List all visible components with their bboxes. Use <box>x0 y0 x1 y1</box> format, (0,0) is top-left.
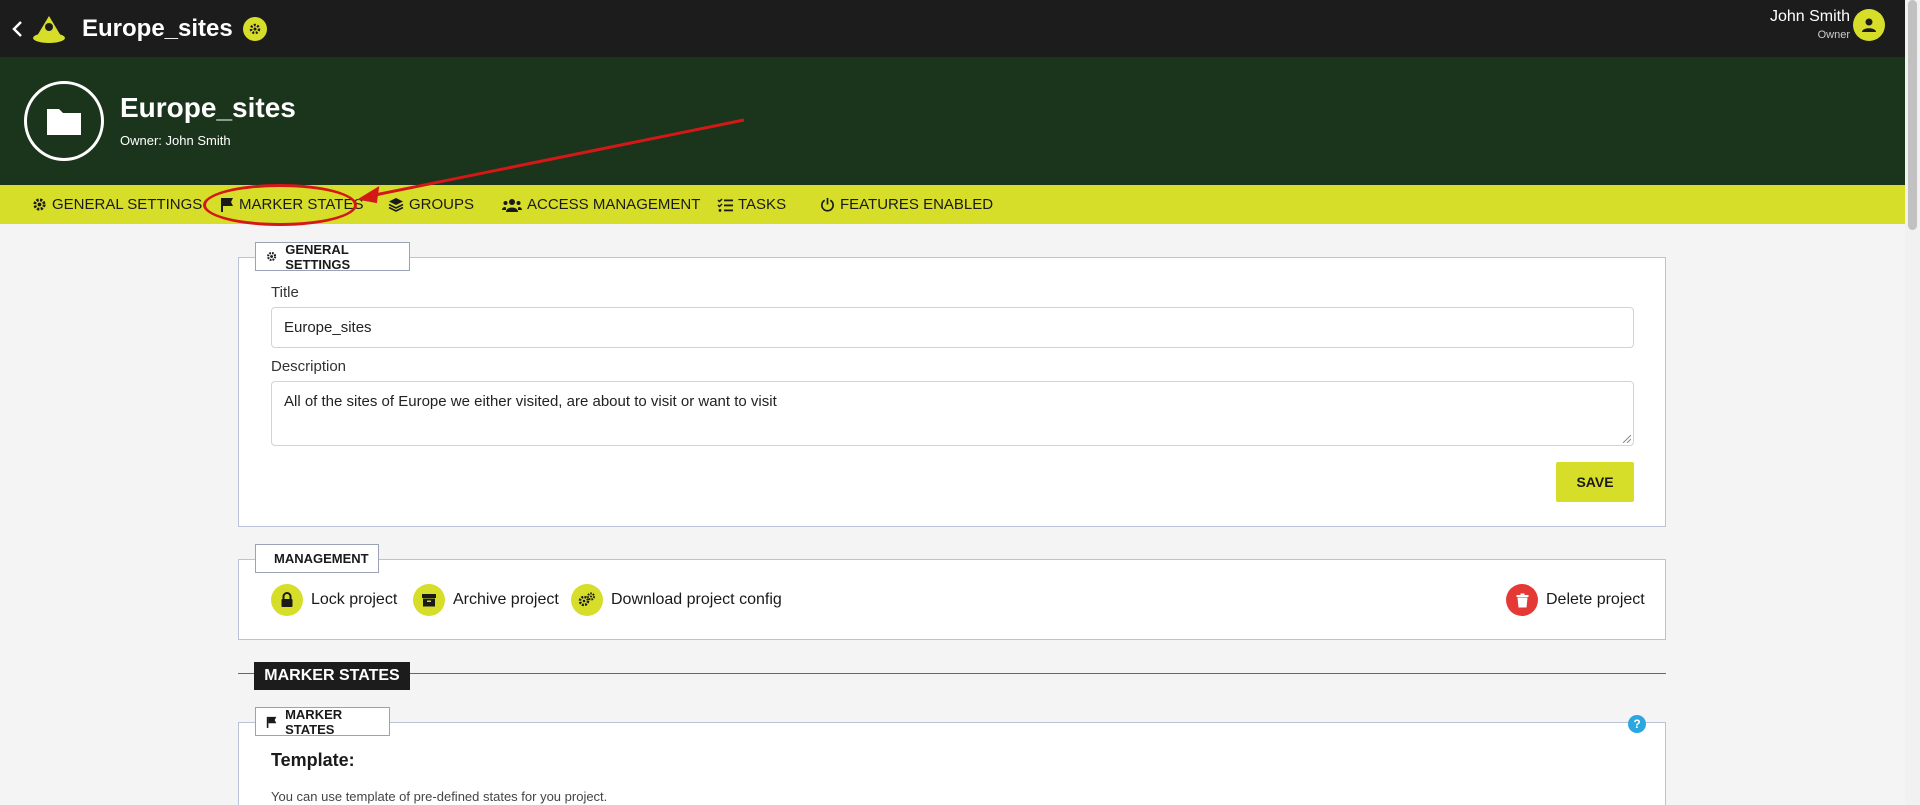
project-title: Europe_sites <box>120 92 296 123</box>
archive-project-label: Archive project <box>453 591 559 608</box>
gear-icon <box>267 251 277 262</box>
user-role: Owner <box>1817 29 1850 41</box>
chevron-left-icon[interactable] <box>6 20 28 38</box>
title-label: Title <box>271 284 299 301</box>
user-avatar-icon[interactable] <box>1853 9 1885 41</box>
folder-icon <box>24 81 104 161</box>
flag-icon <box>221 198 233 212</box>
description-text: All of the sites of Europe we either vis… <box>284 393 777 410</box>
tab-label: GENERAL SETTINGS <box>52 196 203 213</box>
power-icon <box>821 197 834 212</box>
layers-icon <box>388 198 404 212</box>
trash-icon <box>1506 584 1538 616</box>
delete-project-button[interactable]: Delete project <box>1506 584 1645 616</box>
tab-label: FEATURES ENABLED <box>840 196 994 213</box>
tab-label: MARKER STATES <box>239 196 364 213</box>
archive-icon <box>413 584 445 616</box>
marker-states-legend: MARKER STATES <box>255 706 390 737</box>
users-icon <box>502 198 522 212</box>
scrollbar-thumb[interactable] <box>1908 0 1917 230</box>
template-heading: Template: <box>271 750 355 770</box>
lock-project-button[interactable]: Lock project <box>271 584 397 616</box>
app-title: Europe_sites <box>82 14 233 42</box>
checklist-icon <box>717 197 733 212</box>
legend-label: MANAGEMENT <box>274 551 369 566</box>
legend-label: MARKER STATES <box>285 706 343 737</box>
description-textarea[interactable]: All of the sites of Europe we either vis… <box>271 381 1634 446</box>
gear-icon[interactable] <box>242 16 267 41</box>
template-description: You can use template of pre-defined stat… <box>271 789 608 804</box>
user-name: John Smith <box>1769 8 1850 25</box>
marker-states-section-title: MARKER STATES <box>254 662 410 690</box>
tab-features-enabled[interactable]: FEATURES ENABLED <box>820 185 993 224</box>
top-bar: Europe_sites John Smith Owner <box>0 0 1905 57</box>
management-legend: MANAGEMENT <box>255 544 379 573</box>
general-settings-legend: GENERAL SETTINGS <box>255 241 410 272</box>
project-owner: Owner: John Smith <box>120 133 231 148</box>
delete-project-label: Delete project <box>1546 591 1645 608</box>
gear-icon <box>33 198 46 211</box>
tab-tasks[interactable]: TASKS <box>717 185 786 224</box>
tab-label: ACCESS MANAGEMENT <box>527 196 701 213</box>
user-info[interactable]: John Smith Owner <box>1770 8 1850 41</box>
scrollbar[interactable] <box>1905 0 1920 805</box>
tab-label: GROUPS <box>409 196 475 213</box>
lock-icon <box>271 584 303 616</box>
gears-icon <box>571 584 603 616</box>
download-config-label: Download project config <box>611 591 782 608</box>
tab-label: TASKS <box>738 196 787 213</box>
app-logo-icon[interactable] <box>30 10 68 48</box>
tab-bar: GENERAL SETTINGS MARKER STATES GROUPS AC… <box>0 185 1905 224</box>
tab-general-settings[interactable]: GENERAL SETTINGS <box>32 185 202 224</box>
archive-project-button[interactable]: Archive project <box>413 584 559 616</box>
project-header: Europe_sites Owner: John Smith <box>0 57 1905 185</box>
management-panel: Lock project Archive project Download pr… <box>238 559 1666 640</box>
resize-handle-icon[interactable] <box>1623 435 1631 443</box>
help-icon[interactable]: ? <box>1628 715 1646 733</box>
tab-marker-states[interactable]: MARKER STATES <box>220 185 363 224</box>
section-divider <box>238 673 1666 674</box>
description-label: Description <box>271 358 347 375</box>
flag-icon <box>266 716 277 728</box>
title-input[interactable]: Europe_sites <box>271 307 1634 348</box>
general-settings-panel: Title Europe_sites Description All of th… <box>238 257 1666 527</box>
save-button[interactable]: SAVE <box>1556 462 1634 502</box>
tab-access-management[interactable]: ACCESS MANAGEMENT <box>502 185 700 224</box>
tab-groups[interactable]: GROUPS <box>388 185 474 224</box>
legend-label: GENERAL SETTINGS <box>285 241 351 272</box>
download-config-button[interactable]: Download project config <box>571 584 782 616</box>
lock-project-label: Lock project <box>311 591 398 608</box>
